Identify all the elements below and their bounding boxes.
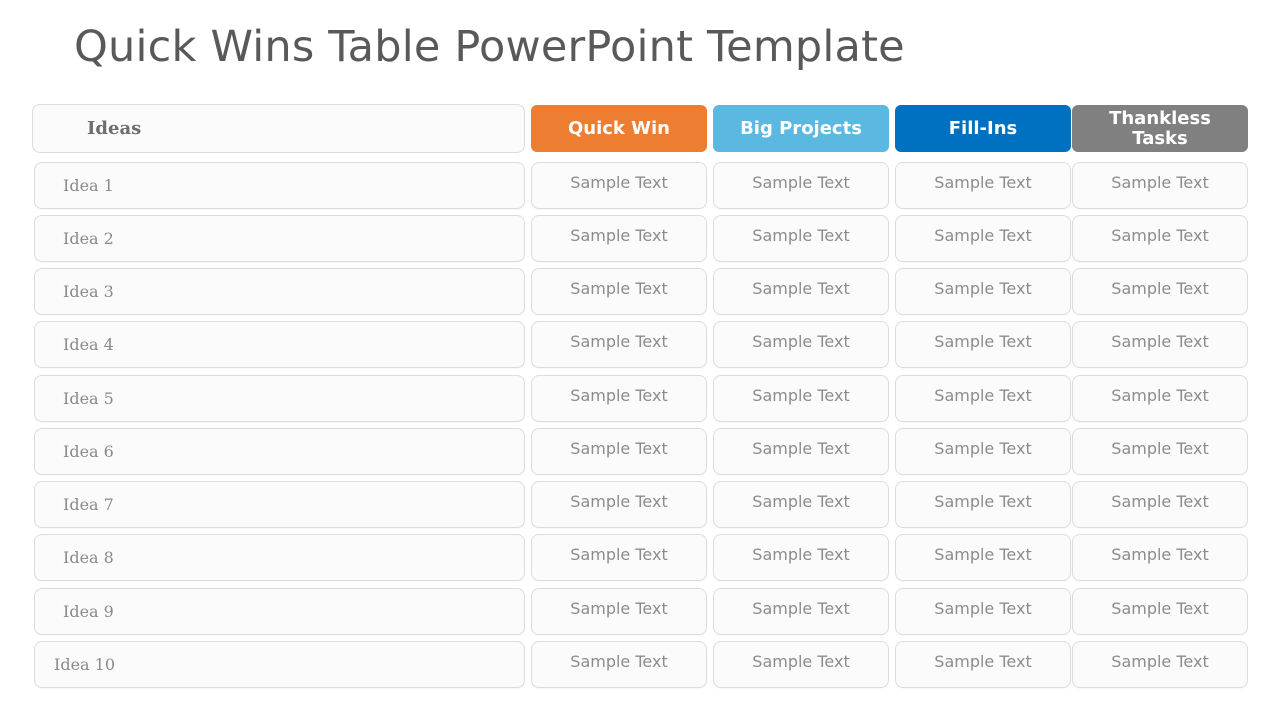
cell-thankless-tasks: Sample Text (1072, 534, 1248, 581)
cell-big-projects: Sample Text (713, 534, 889, 581)
cell-big-projects: Sample Text (713, 215, 889, 262)
cell-fill-ins: Sample Text (895, 641, 1071, 688)
cell-fill-ins: Sample Text (895, 321, 1071, 368)
header-ideas: Ideas (32, 104, 525, 153)
cell-thankless-tasks: Sample Text (1072, 162, 1248, 209)
cell-big-projects: Sample Text (713, 375, 889, 422)
cell-quick-win: Sample Text (531, 481, 707, 528)
cell-quick-win: Sample Text (531, 321, 707, 368)
cell-big-projects: Sample Text (713, 162, 889, 209)
cell-thankless-tasks: Sample Text (1072, 481, 1248, 528)
cell-idea: Idea 10 (34, 641, 525, 688)
slide-title: Quick Wins Table PowerPoint Template (74, 22, 905, 72)
cell-big-projects: Sample Text (713, 321, 889, 368)
cell-big-projects: Sample Text (713, 588, 889, 635)
cell-fill-ins: Sample Text (895, 428, 1071, 475)
header-thankless-tasks: Thankless Tasks (1072, 105, 1248, 152)
cell-fill-ins: Sample Text (895, 162, 1071, 209)
cell-idea: Idea 5 (34, 375, 525, 422)
cell-idea: Idea 6 (34, 428, 525, 475)
cell-fill-ins: Sample Text (895, 215, 1071, 262)
cell-fill-ins: Sample Text (895, 534, 1071, 581)
cell-quick-win: Sample Text (531, 588, 707, 635)
cell-idea: Idea 1 (34, 162, 525, 209)
cell-quick-win: Sample Text (531, 534, 707, 581)
cell-thankless-tasks: Sample Text (1072, 641, 1248, 688)
cell-quick-win: Sample Text (531, 215, 707, 262)
cell-fill-ins: Sample Text (895, 588, 1071, 635)
cell-idea: Idea 2 (34, 215, 525, 262)
cell-idea: Idea 9 (34, 588, 525, 635)
cell-big-projects: Sample Text (713, 641, 889, 688)
cell-thankless-tasks: Sample Text (1072, 268, 1248, 315)
header-big-projects: Big Projects (713, 105, 889, 152)
cell-quick-win: Sample Text (531, 375, 707, 422)
cell-thankless-tasks: Sample Text (1072, 321, 1248, 368)
cell-quick-win: Sample Text (531, 641, 707, 688)
cell-big-projects: Sample Text (713, 428, 889, 475)
cell-idea: Idea 7 (34, 481, 525, 528)
cell-thankless-tasks: Sample Text (1072, 588, 1248, 635)
cell-thankless-tasks: Sample Text (1072, 375, 1248, 422)
cell-quick-win: Sample Text (531, 428, 707, 475)
cell-thankless-tasks: Sample Text (1072, 428, 1248, 475)
cell-quick-win: Sample Text (531, 162, 707, 209)
header-quick-win: Quick Win (531, 105, 707, 152)
cell-idea: Idea 8 (34, 534, 525, 581)
cell-quick-win: Sample Text (531, 268, 707, 315)
cell-fill-ins: Sample Text (895, 268, 1071, 315)
cell-idea: Idea 4 (34, 321, 525, 368)
cell-fill-ins: Sample Text (895, 481, 1071, 528)
cell-big-projects: Sample Text (713, 268, 889, 315)
cell-idea: Idea 3 (34, 268, 525, 315)
cell-big-projects: Sample Text (713, 481, 889, 528)
header-fill-ins: Fill-Ins (895, 105, 1071, 152)
cell-thankless-tasks: Sample Text (1072, 215, 1248, 262)
cell-fill-ins: Sample Text (895, 375, 1071, 422)
